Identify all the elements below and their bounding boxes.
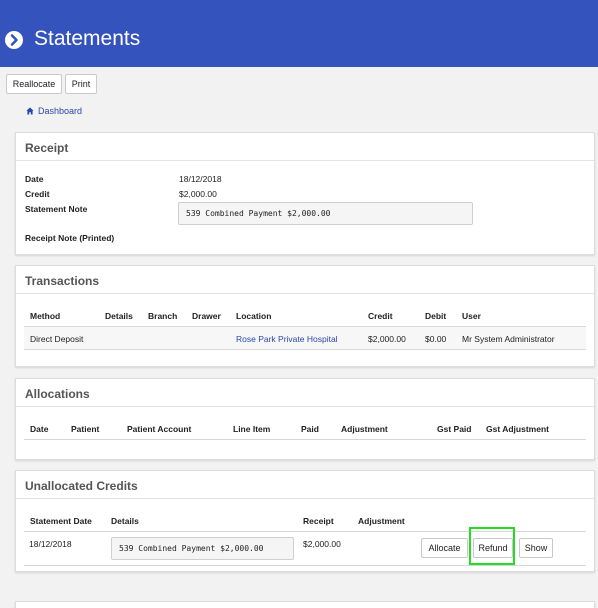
column-header-patient: Patient (71, 424, 100, 434)
row-user: Mr System Administrator (462, 334, 555, 344)
credit-label: Credit (25, 189, 50, 199)
statement-note-field: 539 Combined Payment $2,000.00 (178, 202, 473, 225)
row-details-field: 539 Combined Payment $2,000.00 (111, 537, 294, 560)
row-debit: $0.00 (425, 334, 447, 344)
column-header-adjustment: Adjustment (341, 424, 388, 434)
column-header-paid: Paid (301, 424, 319, 434)
home-icon (26, 107, 34, 115)
breadcrumb-dashboard-link[interactable]: Dashboard (38, 106, 82, 116)
allocations-panel: Allocations Date Patient Patient Account… (15, 378, 595, 460)
transactions-panel-title: Transactions (25, 274, 100, 288)
column-header-gst-paid: Gst Paid (437, 424, 472, 434)
column-header-date: Date (30, 424, 49, 434)
receipt-panel-title: Receipt (25, 141, 69, 155)
print-button[interactable]: Print (65, 74, 97, 94)
panel-divider (16, 160, 594, 161)
transactions-panel: Transactions Method Details Branch Drawe… (15, 265, 595, 367)
column-header-location: Location (236, 311, 272, 321)
column-header-gst-adjustment: Gst Adjustment (486, 424, 549, 434)
column-header-drawer: Drawer (192, 311, 221, 321)
panel-divider (16, 406, 594, 407)
show-button[interactable]: Show (519, 538, 553, 558)
page-title: Statements (34, 27, 141, 50)
column-header-details: Details (105, 311, 133, 321)
column-header-user: User (462, 311, 481, 321)
table-row-divider (24, 565, 586, 566)
column-header-adjustment: Adjustment (358, 516, 405, 526)
column-header-patient-account: Patient Account (127, 424, 192, 434)
receipt-note-label: Receipt Note (Printed) (25, 233, 115, 243)
column-header-statement-date: Statement Date (30, 516, 92, 526)
row-receipt: $2,000.00 (303, 539, 341, 549)
next-panel-edge (15, 601, 595, 608)
unallocated-credits-panel-title: Unallocated Credits (25, 479, 138, 493)
date-value: 18/12/2018 (179, 174, 222, 184)
refund-highlight-box (469, 527, 515, 565)
column-header-line-item: Line Item (233, 424, 271, 434)
credit-value: $2,000.00 (179, 189, 217, 199)
date-label: Date (25, 174, 44, 184)
row-statement-date: 18/12/2018 (29, 539, 72, 549)
allocations-panel-title: Allocations (25, 387, 90, 401)
column-header-debit: Debit (425, 311, 447, 321)
row-method: Direct Deposit (30, 334, 84, 344)
table-row-divider (24, 349, 586, 350)
receipt-panel: Receipt Date 18/12/2018 Credit $2,000.00… (15, 132, 595, 255)
column-header-method: Method (30, 311, 61, 321)
column-header-branch: Branch (148, 311, 178, 321)
panel-divider (16, 293, 594, 294)
row-credit: $2,000.00 (368, 334, 406, 344)
chevron-right-circle-icon[interactable] (5, 31, 23, 49)
column-header-credit: Credit (368, 311, 393, 321)
app-header: Statements (0, 0, 598, 67)
table-header-divider (24, 439, 586, 440)
allocate-button[interactable]: Allocate (421, 538, 468, 558)
panel-divider (16, 498, 594, 499)
row-location-link[interactable]: Rose Park Private Hospital (236, 334, 338, 344)
reallocate-button[interactable]: Reallocate (6, 74, 62, 94)
column-header-receipt: Receipt (303, 516, 334, 526)
breadcrumb[interactable]: Dashboard (26, 105, 82, 117)
column-header-details: Details (111, 516, 139, 526)
statement-note-label: Statement Note (25, 204, 88, 214)
